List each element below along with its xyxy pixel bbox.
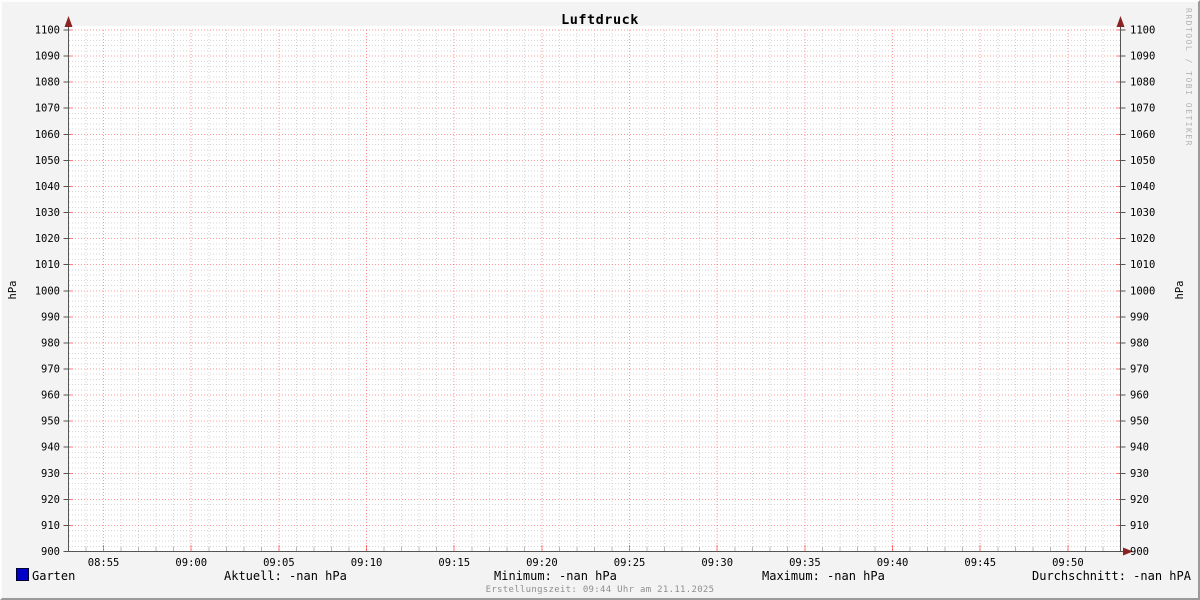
svg-text:1090: 1090 bbox=[1130, 51, 1155, 63]
svg-text:980: 980 bbox=[41, 337, 60, 349]
svg-text:1070: 1070 bbox=[35, 103, 60, 115]
svg-text:970: 970 bbox=[1130, 363, 1149, 375]
svg-text:970: 970 bbox=[41, 363, 60, 375]
svg-text:920: 920 bbox=[41, 494, 60, 506]
svg-text:960: 960 bbox=[1130, 390, 1149, 402]
svg-text:940: 940 bbox=[41, 442, 60, 454]
svg-text:1020: 1020 bbox=[35, 233, 60, 245]
y-axis-unit-right: hPa bbox=[1174, 280, 1186, 300]
stat-minimum: Minimum: -nan hPa bbox=[494, 569, 617, 583]
svg-text:1060: 1060 bbox=[35, 129, 60, 141]
svg-text:940: 940 bbox=[1130, 442, 1149, 454]
svg-text:1020: 1020 bbox=[1130, 233, 1155, 245]
creation-timestamp: Erstellungszeit: 09:44 Uhr am 21.11.2025 bbox=[485, 585, 715, 595]
svg-text:1100: 1100 bbox=[1130, 25, 1155, 37]
svg-text:900: 900 bbox=[1130, 546, 1149, 558]
svg-text:1090: 1090 bbox=[35, 51, 60, 63]
svg-text:1080: 1080 bbox=[1130, 77, 1155, 89]
legend-swatch-garten bbox=[16, 568, 29, 581]
stat-maximum: Maximum: -nan hPa bbox=[762, 569, 885, 583]
svg-text:980: 980 bbox=[1130, 337, 1149, 349]
svg-text:1040: 1040 bbox=[35, 181, 60, 193]
stat-durchschnitt: Durchschnitt: -nan hPA bbox=[1032, 569, 1191, 583]
svg-text:930: 930 bbox=[41, 468, 60, 480]
svg-text:960: 960 bbox=[41, 390, 60, 402]
svg-text:920: 920 bbox=[1130, 494, 1149, 506]
rrdtool-watermark: RRDTOOL / TOBI OETIKER bbox=[1184, 8, 1193, 147]
svg-text:1030: 1030 bbox=[35, 207, 60, 219]
svg-text:990: 990 bbox=[41, 311, 60, 323]
svg-text:1080: 1080 bbox=[35, 77, 60, 89]
rrdtool-graph-frame: Luftdruck 1100 1100 1090 1090 1080 1080 1070 10… bbox=[0, 0, 1200, 600]
y-axis-unit-left: hPa bbox=[7, 280, 19, 300]
svg-text:1040: 1040 bbox=[1130, 181, 1155, 193]
legend-row: Garten Aktuell: -nan hPa Minimum: -nan h… bbox=[2, 568, 1198, 584]
svg-text:900: 900 bbox=[41, 546, 60, 558]
svg-text:1100: 1100 bbox=[35, 25, 60, 37]
svg-text:1050: 1050 bbox=[35, 155, 60, 167]
svg-text:1050: 1050 bbox=[1130, 155, 1155, 167]
svg-text:1070: 1070 bbox=[1130, 103, 1155, 115]
svg-text:950: 950 bbox=[41, 416, 60, 428]
plot-area: 1100 1100 1090 1090 1080 1080 1070 1070 1060 1060… bbox=[35, 16, 1155, 569]
legend-series-name: Garten bbox=[32, 569, 76, 583]
svg-text:1060: 1060 bbox=[1130, 129, 1155, 141]
stat-aktuell: Aktuell: -nan hPa bbox=[224, 569, 347, 583]
svg-text:1010: 1010 bbox=[35, 259, 60, 271]
svg-text:910: 910 bbox=[1130, 520, 1149, 532]
svg-text:1000: 1000 bbox=[35, 285, 60, 297]
svg-text:1000: 1000 bbox=[1130, 285, 1155, 297]
svg-text:1030: 1030 bbox=[1130, 207, 1155, 219]
svg-text:1010: 1010 bbox=[1130, 259, 1155, 271]
svg-text:930: 930 bbox=[1130, 468, 1149, 480]
svg-text:950: 950 bbox=[1130, 416, 1149, 428]
svg-text:990: 990 bbox=[1130, 311, 1149, 323]
svg-text:910: 910 bbox=[41, 520, 60, 532]
